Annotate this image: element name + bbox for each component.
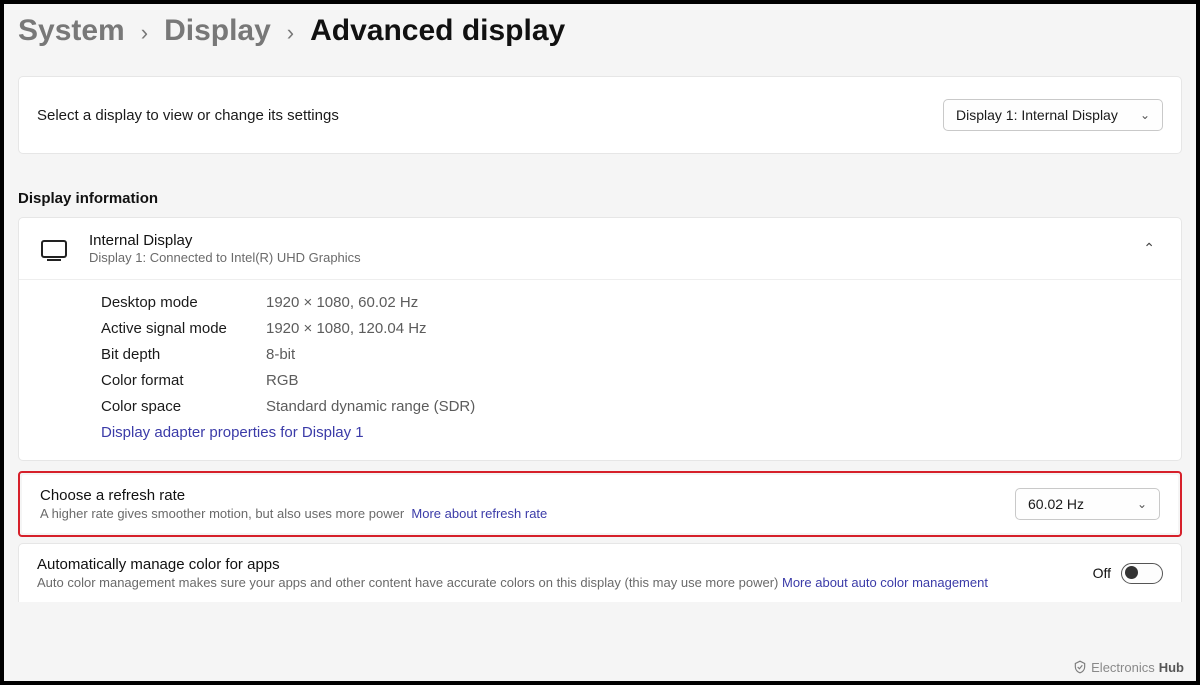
auto-color-desc: Auto color management makes sure your ap… [37, 575, 778, 590]
refresh-rate-link[interactable]: More about refresh rate [411, 506, 547, 521]
breadcrumb: System › Display › Advanced display [18, 14, 1182, 48]
chevron-down-icon: ⌄ [1137, 497, 1147, 511]
detail-key: Color space [101, 398, 266, 415]
auto-color-title: Automatically manage color for apps [37, 556, 988, 573]
refresh-rate-value: 60.02 Hz [1028, 496, 1084, 512]
detail-value: Standard dynamic range (SDR) [266, 398, 475, 415]
shield-icon [1073, 659, 1087, 675]
display-info-header[interactable]: Internal Display Display 1: Connected to… [19, 218, 1181, 280]
detail-value: RGB [266, 372, 299, 389]
display-details: Desktop mode 1920 × 1080, 60.02 Hz Activ… [19, 280, 1181, 460]
detail-value: 1920 × 1080, 120.04 Hz [266, 320, 427, 337]
chevron-up-icon[interactable]: ⌃ [1143, 240, 1163, 257]
refresh-rate-desc: A higher rate gives smoother motion, but… [40, 506, 404, 521]
display-name: Internal Display [89, 232, 1125, 249]
detail-row: Color space Standard dynamic range (SDR) [101, 398, 1163, 415]
refresh-rate-title: Choose a refresh rate [40, 487, 547, 504]
breadcrumb-display[interactable]: Display [164, 14, 271, 48]
watermark-text1: Electronics [1091, 660, 1155, 675]
page-title: Advanced display [310, 14, 565, 48]
refresh-rate-row: Choose a refresh rate A higher rate give… [22, 475, 1178, 533]
auto-color-link[interactable]: More about auto color management [782, 575, 988, 590]
select-display-value: Display 1: Internal Display [956, 107, 1118, 123]
select-display-label: Select a display to view or change its s… [37, 107, 339, 124]
auto-color-row: Automatically manage color for apps Auto… [18, 543, 1182, 602]
detail-row: Bit depth 8-bit [101, 346, 1163, 363]
select-display-dropdown[interactable]: Display 1: Internal Display ⌄ [943, 99, 1163, 131]
chevron-right-icon: › [287, 20, 294, 46]
detail-key: Desktop mode [101, 294, 266, 311]
monitor-icon [41, 240, 67, 258]
watermark: Electronics Hub [1073, 659, 1184, 675]
refresh-rate-dropdown[interactable]: 60.02 Hz ⌄ [1015, 488, 1160, 520]
toggle-knob [1125, 566, 1138, 579]
adapter-properties-link[interactable]: Display adapter properties for Display 1 [101, 424, 364, 441]
breadcrumb-system[interactable]: System [18, 14, 125, 48]
detail-key: Color format [101, 372, 266, 389]
display-subtitle: Display 1: Connected to Intel(R) UHD Gra… [89, 250, 1125, 265]
detail-key: Bit depth [101, 346, 266, 363]
chevron-right-icon: › [141, 20, 148, 46]
display-info-card: Internal Display Display 1: Connected to… [18, 217, 1182, 461]
watermark-text2: Hub [1159, 660, 1184, 675]
chevron-down-icon: ⌄ [1140, 108, 1150, 122]
detail-row: Color format RGB [101, 372, 1163, 389]
detail-row: Desktop mode 1920 × 1080, 60.02 Hz [101, 294, 1163, 311]
select-display-card: Select a display to view or change its s… [18, 76, 1182, 154]
detail-key: Active signal mode [101, 320, 266, 337]
auto-color-toggle[interactable] [1121, 563, 1163, 584]
detail-row: Active signal mode 1920 × 1080, 120.04 H… [101, 320, 1163, 337]
display-information-heading: Display information [18, 190, 1182, 207]
auto-color-state: Off [1093, 565, 1111, 581]
detail-value: 8-bit [266, 346, 295, 363]
refresh-rate-highlight: Choose a refresh rate A higher rate give… [18, 471, 1182, 537]
detail-value: 1920 × 1080, 60.02 Hz [266, 294, 418, 311]
